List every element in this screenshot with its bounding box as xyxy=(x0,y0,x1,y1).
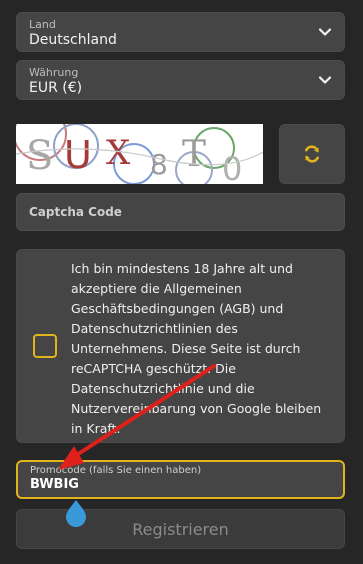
chevron-down-icon xyxy=(318,28,332,36)
svg-text:8: 8 xyxy=(150,148,168,181)
svg-text:0: 0 xyxy=(222,150,242,184)
captcha-picture: S U X 8 T 0 xyxy=(16,124,263,184)
country-value: Deutschland xyxy=(29,32,117,48)
register-button[interactable]: Registrieren xyxy=(16,509,345,549)
country-label: Land xyxy=(29,18,56,31)
currency-value: EUR (€) xyxy=(29,80,83,96)
terms-text: Ich bin mindestens 18 Jahre alt und akze… xyxy=(71,261,322,436)
currency-label: Währung xyxy=(29,66,79,79)
registration-form: Land Deutschland Währung EUR (€) S U X 8… xyxy=(0,0,363,564)
promo-code-label: Promocode (falls Sie einen haben) xyxy=(30,465,202,476)
refresh-captcha-button[interactable] xyxy=(279,124,345,184)
svg-text:S: S xyxy=(26,133,53,179)
captcha-image: S U X 8 T 0 xyxy=(16,124,263,184)
promo-code-field[interactable]: Promocode (falls Sie einen haben) BWBIG xyxy=(16,460,345,499)
terms-panel: Ich bin mindestens 18 Jahre alt und akze… xyxy=(16,249,345,443)
currency-select[interactable]: Währung EUR (€) xyxy=(16,60,345,100)
refresh-icon xyxy=(305,145,319,163)
country-select[interactable]: Land Deutschland xyxy=(16,12,345,52)
promo-code-value: BWBIG xyxy=(30,477,79,492)
captcha-code-placeholder: Captcha Code xyxy=(29,205,122,219)
terms-checkbox[interactable] xyxy=(33,334,57,358)
captcha-code-input[interactable]: Captcha Code xyxy=(16,193,345,231)
svg-text:U: U xyxy=(64,133,92,177)
svg-text:T: T xyxy=(182,134,206,175)
chevron-down-icon xyxy=(318,76,332,84)
